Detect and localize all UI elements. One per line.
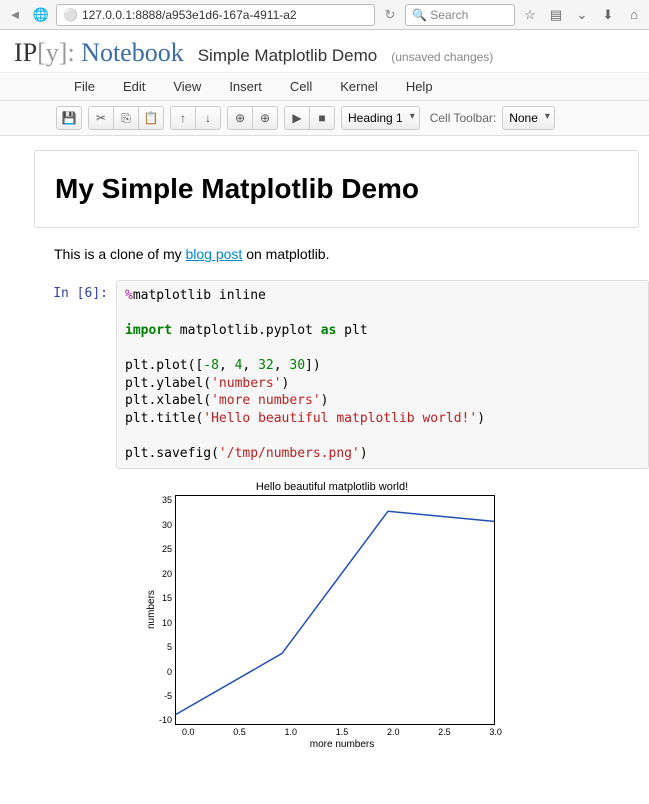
heading-cell[interactable]: My Simple Matplotlib Demo — [34, 150, 639, 228]
floppy-icon: 💾 — [62, 111, 77, 125]
menu-cell[interactable]: Cell — [290, 79, 312, 94]
output-area: Hello beautiful matplotlib world! number… — [24, 477, 649, 750]
notebook-header: IP[y]: Notebook Simple Matplotlib Demo (… — [0, 30, 649, 72]
circle-up-icon: ⊕ — [235, 111, 245, 125]
stop-button[interactable]: ■ — [309, 106, 335, 130]
run-button[interactable]: ▶ — [284, 106, 310, 130]
menu-edit[interactable]: Edit — [123, 79, 145, 94]
search-bar[interactable]: 🔍 Search — [405, 4, 515, 26]
matplotlib-plot: Hello beautiful matplotlib world! number… — [144, 481, 520, 750]
arrow-down-icon: ↓ — [205, 111, 211, 125]
copy-icon: ⎘ — [121, 111, 131, 126]
cell-type-select[interactable]: Heading 1 — [341, 106, 420, 130]
back-button[interactable]: ◄ — [4, 4, 26, 26]
chart-xticks: 0.00.51.01.52.02.53.0 — [182, 727, 502, 737]
paste-button[interactable]: 📋 — [138, 106, 164, 130]
url-text: 127.0.0.1:8888/a953e1d6-167a-4911-a2 — [82, 8, 297, 22]
page-heading: My Simple Matplotlib Demo — [55, 173, 618, 205]
save-button[interactable]: 💾 — [56, 106, 82, 130]
list-icon[interactable]: ▤ — [545, 4, 567, 26]
search-placeholder: Search — [430, 8, 468, 22]
lock-icon: ⚪ — [63, 8, 78, 22]
ipython-logo: IP[y]: Notebook — [14, 38, 184, 68]
menu-kernel[interactable]: Kernel — [340, 79, 378, 94]
code-input[interactable]: %matplotlib inline import matplotlib.pyp… — [116, 280, 649, 469]
cut-button[interactable]: ✂ — [88, 106, 114, 130]
reload-button[interactable]: ↻ — [379, 4, 401, 26]
circle-down-icon: ⊕ — [260, 111, 270, 125]
star-icon[interactable]: ☆ — [519, 4, 541, 26]
chart-xlabel: more numbers — [182, 739, 502, 750]
play-icon: ▶ — [292, 111, 301, 125]
move-up-button[interactable]: ↑ — [170, 106, 196, 130]
browser-toolbar: ◄ 🌐 ⚪ 127.0.0.1:8888/a953e1d6-167a-4911-a… — [0, 0, 649, 30]
url-bar[interactable]: ⚪ 127.0.0.1:8888/a953e1d6-167a-4911-a2 — [56, 4, 375, 26]
search-icon: 🔍 — [412, 8, 427, 22]
paste-icon: 📋 — [144, 111, 159, 125]
cell-toolbar-select[interactable]: None — [502, 106, 555, 130]
stop-icon: ■ — [318, 111, 325, 125]
menu-insert[interactable]: Insert — [229, 79, 262, 94]
home-icon[interactable]: ⌂ — [623, 4, 645, 26]
chart-ylabel: numbers — [144, 495, 159, 725]
download-icon[interactable]: ⬇ — [597, 4, 619, 26]
code-cell: In [6]: %matplotlib inline import matplo… — [24, 280, 649, 469]
save-status: (unsaved changes) — [391, 50, 493, 64]
notebook-title[interactable]: Simple Matplotlib Demo — [198, 46, 378, 66]
menu-file[interactable]: File — [74, 79, 95, 94]
menubar: File Edit View Insert Cell Kernel Help — [0, 72, 649, 101]
input-prompt: In [6]: — [24, 280, 116, 469]
notebook-content: My Simple Matplotlib Demo This is a clon… — [0, 136, 649, 770]
menu-help[interactable]: Help — [406, 79, 433, 94]
scissors-icon: ✂ — [96, 111, 106, 125]
blog-post-link[interactable]: blog post — [186, 246, 243, 262]
toolbar: 💾 ✂ ⎘ 📋 ↑ ↓ ⊕ ⊕ ▶ ■ Heading 1 Cell Toolb… — [0, 101, 649, 136]
move-down-button[interactable]: ↓ — [195, 106, 221, 130]
arrow-up-icon: ↑ — [180, 111, 186, 125]
markdown-cell[interactable]: This is a clone of my blog post on matpl… — [54, 246, 639, 262]
cell-toolbar-label: Cell Toolbar: — [430, 111, 496, 125]
insert-above-button[interactable]: ⊕ — [227, 106, 253, 130]
pocket-icon[interactable]: ⌄ — [571, 4, 593, 26]
insert-below-button[interactable]: ⊕ — [252, 106, 278, 130]
menu-view[interactable]: View — [173, 79, 201, 94]
chart-canvas — [175, 495, 495, 725]
copy-button[interactable]: ⎘ — [113, 106, 139, 130]
chart-title: Hello beautiful matplotlib world! — [144, 481, 520, 493]
chart-yticks: 35302520151050-5-10 — [159, 495, 175, 725]
globe-icon: 🌐 — [30, 4, 52, 26]
